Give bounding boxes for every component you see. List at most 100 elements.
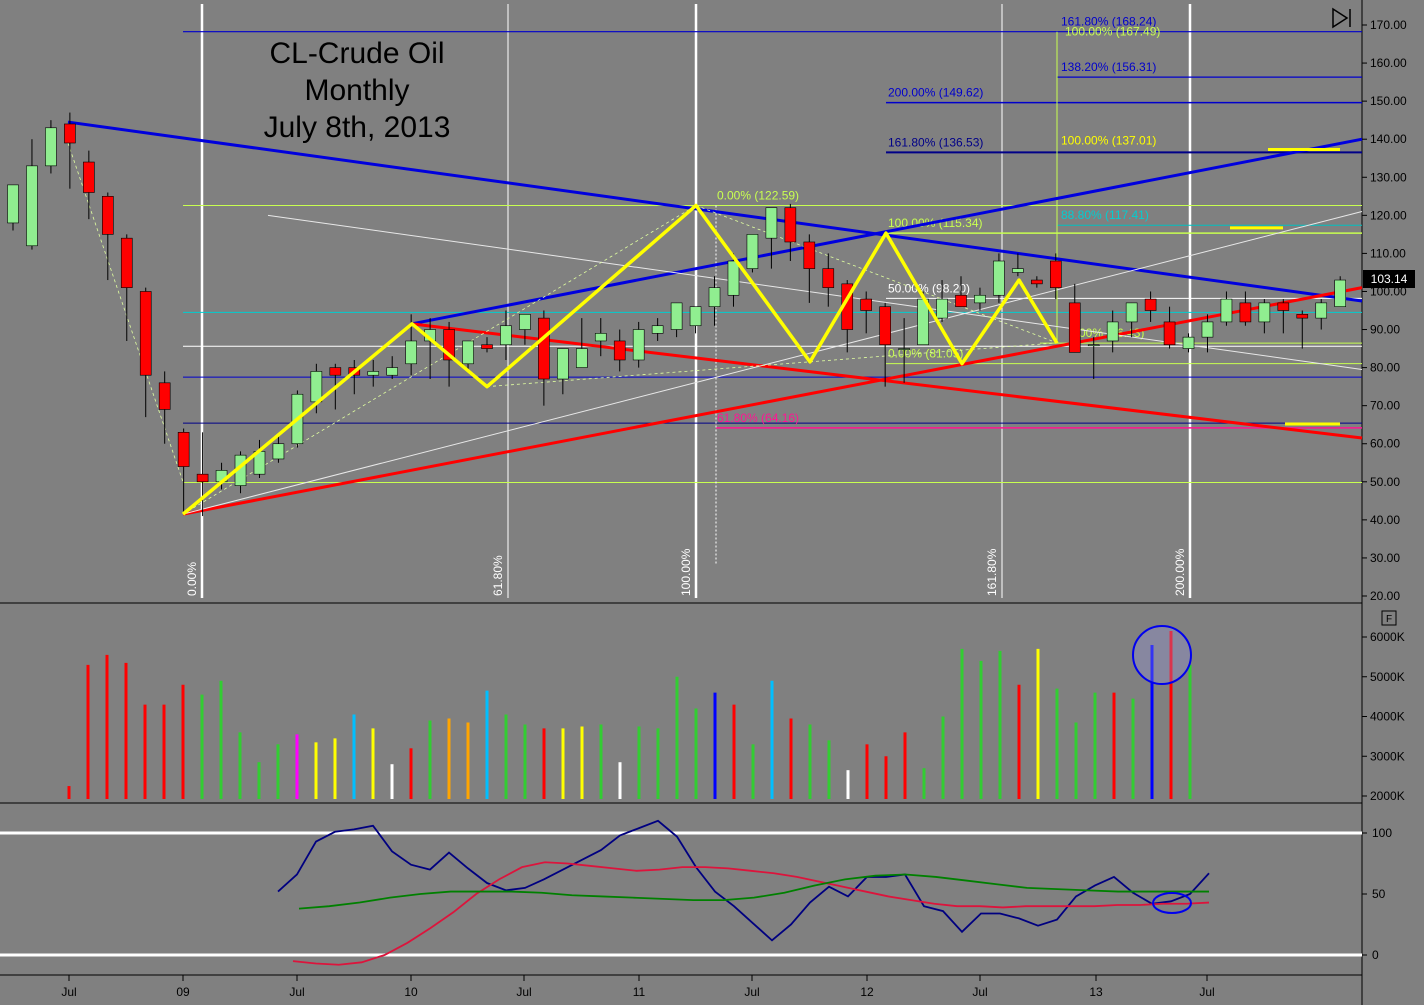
candle-body: [405, 340, 417, 365]
fib-level-label: 100.00% (137.01): [1061, 134, 1156, 148]
osc-tick-label: 100: [1372, 826, 1392, 840]
f-button[interactable]: F: [1381, 610, 1397, 626]
time-tick-label: Jul: [744, 985, 759, 999]
candle-body: [310, 371, 323, 403]
price-tick-label: 20.00: [1370, 589, 1400, 603]
candle-body: [632, 329, 645, 361]
volume-highlight-circle: [1132, 625, 1192, 685]
price-tick-label: 50.00: [1370, 475, 1400, 489]
candle-body: [120, 237, 133, 288]
candle-body: [689, 306, 702, 327]
candle-body: [955, 294, 967, 307]
candle-body: [64, 123, 76, 144]
candle-body: [898, 348, 910, 350]
volume-tick-label: 5000K: [1370, 670, 1405, 684]
price-tick-label: 160.00: [1370, 56, 1407, 70]
candle-body: [1239, 302, 1252, 323]
candle-body: [158, 382, 171, 410]
time-fib-label: 161.80%: [985, 548, 999, 596]
candle-body: [936, 298, 948, 319]
candle-body: [367, 371, 380, 376]
price-tick-label: 60.00: [1370, 437, 1400, 451]
chart-window: 0.00% 61.80% 100.00% 161.80% 200.00% 161.80%…: [0, 0, 1424, 1005]
title-line-2: Monthly: [304, 74, 409, 107]
chart-canvas: 0.00% 61.80% 100.00% 161.80% 200.00% 161.80%…: [0, 0, 1424, 1005]
candle-body: [993, 260, 1005, 296]
candle-body: [139, 291, 152, 376]
fib-level-label: 138.20% (156.31): [1061, 60, 1156, 74]
fib-level-label: 88.80% (117.41): [1061, 208, 1149, 222]
candle-body: [822, 268, 835, 288]
time-tick-label: Jul: [289, 985, 304, 999]
candle-body: [329, 367, 342, 376]
candle-body: [974, 294, 986, 304]
candle-body: [765, 207, 778, 239]
time-fib-label: 61.80%: [491, 555, 505, 596]
last-price-value: 103.14: [1371, 272, 1408, 286]
osc-tick-label: 50: [1372, 887, 1386, 901]
candle-body: [1163, 321, 1176, 346]
candle-body: [784, 207, 797, 243]
candle-body: [1050, 260, 1062, 288]
osc-tick-label: 0: [1372, 948, 1379, 962]
price-tick-label: 70.00: [1370, 399, 1400, 413]
candle-body: [1012, 268, 1024, 273]
candle-body: [860, 298, 873, 311]
chart-background: [0, 0, 1424, 1005]
fib-level-label: 100.00% (167.49): [1065, 25, 1160, 39]
candle-body: [386, 367, 399, 376]
candle-body: [177, 432, 190, 467]
price-tick-label: 40.00: [1370, 513, 1400, 527]
candle-body: [538, 317, 550, 380]
volume-tick-label: 6000K: [1370, 630, 1405, 644]
candle-body: [651, 325, 664, 334]
volume-tick-label: 4000K: [1370, 710, 1405, 724]
candle-body: [803, 241, 816, 269]
candle-body: [1182, 336, 1195, 349]
time-tick-label: Jul: [61, 985, 76, 999]
time-fib-label: 0.00%: [185, 562, 199, 596]
f-button-label: F: [1386, 614, 1392, 625]
candle-body: [879, 306, 891, 346]
candle-body: [102, 196, 114, 235]
candle-body: [1068, 302, 1081, 353]
time-fib-label: 100.00%: [679, 548, 693, 596]
candle-body: [1296, 314, 1309, 319]
candle-body: [1125, 302, 1138, 323]
price-tick-label: 90.00: [1370, 323, 1400, 337]
candle-body: [575, 348, 588, 368]
price-tick-label: 130.00: [1370, 170, 1407, 184]
time-tick-label: Jul: [972, 985, 987, 999]
price-tick-label: 110.00: [1370, 246, 1406, 260]
candle-body: [1106, 321, 1119, 342]
candle-body: [196, 473, 209, 483]
candle-body: [272, 443, 285, 460]
candle-body: [45, 127, 57, 167]
candle-body: [7, 184, 19, 224]
time-tick-label: Jul: [516, 985, 531, 999]
candle-body: [1201, 321, 1214, 338]
candle-body: [1144, 298, 1157, 311]
price-tick-label: 150.00: [1370, 94, 1407, 108]
time-fib-label: 200.00%: [1173, 548, 1187, 596]
last-price-badge: 103.14: [1363, 270, 1415, 288]
time-tick-label: 11: [633, 985, 646, 999]
fib-level-label: 0.00% (122.59): [717, 188, 799, 202]
candle-body: [462, 340, 474, 365]
candle-body: [1277, 302, 1290, 311]
candle-body: [519, 314, 531, 330]
time-tick-label: 13: [1089, 985, 1103, 999]
candle-body: [557, 348, 569, 380]
candle-body: [594, 333, 607, 342]
candle-body: [481, 344, 493, 349]
candle-body: [500, 325, 512, 346]
price-tick-label: 170.00: [1370, 18, 1407, 32]
volume-tick-label: 2000K: [1370, 789, 1405, 803]
candle-body: [727, 260, 740, 296]
volume-tick-label: 3000K: [1370, 749, 1405, 763]
time-tick-label: Jul: [1199, 985, 1214, 999]
price-tick-label: 140.00: [1370, 132, 1407, 146]
candle-body: [670, 302, 683, 330]
time-tick-label: 12: [860, 985, 874, 999]
candle-body: [26, 165, 38, 247]
